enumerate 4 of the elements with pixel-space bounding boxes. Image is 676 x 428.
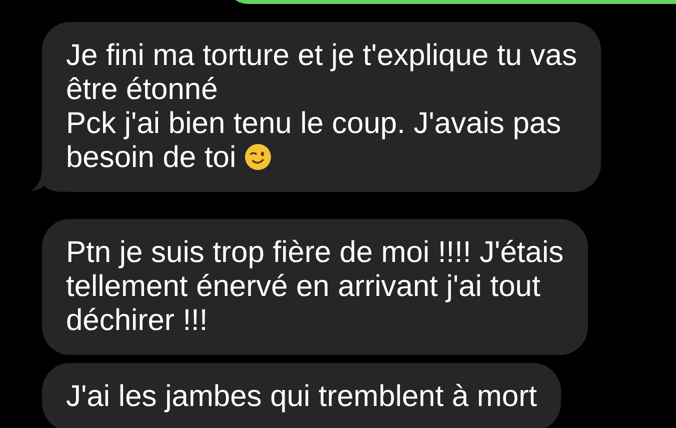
winking-emoji-icon bbox=[244, 143, 272, 171]
message-text: Ptn je suis trop fière de moi !!!! J'étais tellement énervé en arrivant j'ai tout déchirer !!! bbox=[66, 236, 564, 338]
message-text: J'ai les jambes qui tremblent à mort bbox=[66, 380, 537, 414]
message-text: Je fini ma torture et je t'explique tu vas être étonné Pck j'ai bien tenu le coup. J'avais pas besoin de toi bbox=[66, 39, 577, 175]
